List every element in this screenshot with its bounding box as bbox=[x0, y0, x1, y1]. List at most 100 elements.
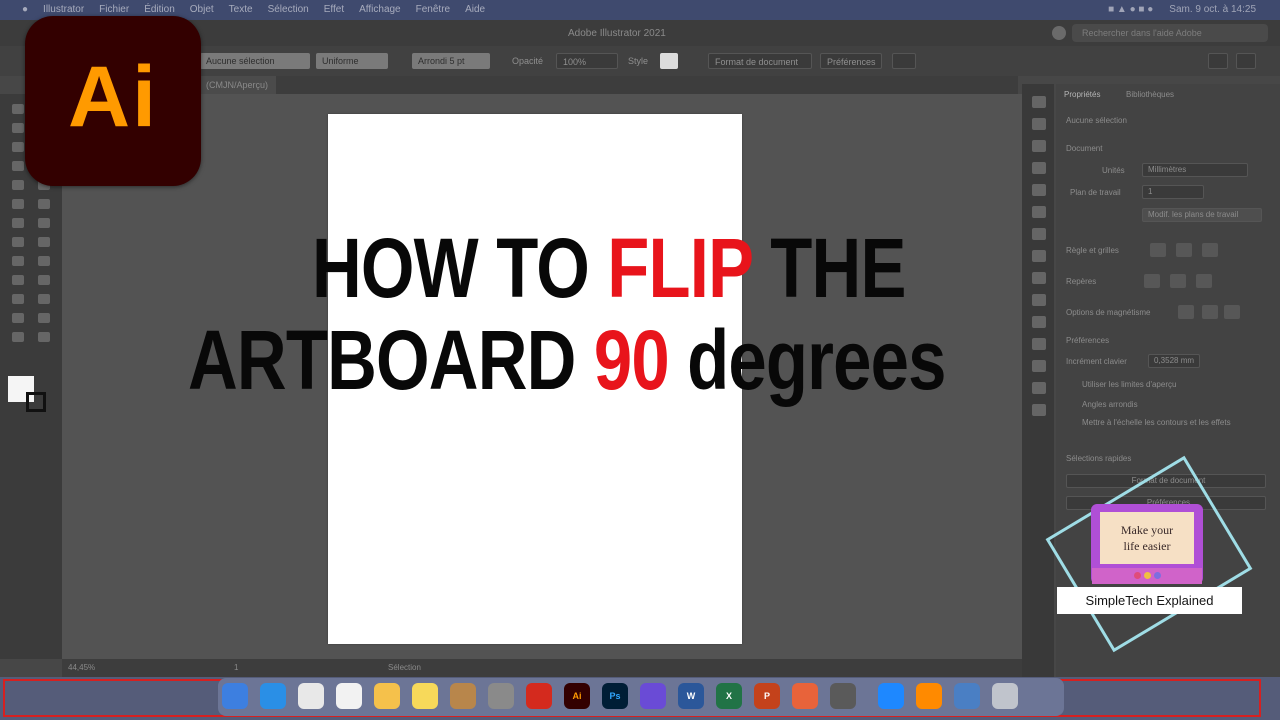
rectangle-tool-icon[interactable] bbox=[12, 161, 24, 171]
user-avatar-icon[interactable] bbox=[1052, 26, 1066, 40]
edit-artboards-button[interactable]: Modif. les plans de travail bbox=[1142, 208, 1262, 222]
stroke-swatch[interactable] bbox=[26, 392, 46, 412]
lock-guides-icon[interactable] bbox=[1170, 274, 1186, 288]
doc-setup-button[interactable]: Format de document bbox=[708, 53, 812, 69]
smart-guides-icon[interactable] bbox=[1196, 274, 1212, 288]
brush-select[interactable]: Arrondi 5 pt bbox=[412, 53, 490, 69]
character-panel-icon[interactable] bbox=[1032, 338, 1046, 350]
photoshop-icon[interactable]: Ps bbox=[602, 683, 628, 709]
pen-tool-icon[interactable] bbox=[12, 123, 24, 133]
snap-point-icon[interactable] bbox=[1178, 305, 1194, 319]
rounded-corners-label[interactable]: Angles arrondis bbox=[1082, 400, 1138, 409]
graph-tool-icon[interactable] bbox=[38, 294, 50, 304]
finder-icon[interactable] bbox=[222, 683, 248, 709]
slice-tool-icon[interactable] bbox=[38, 313, 50, 323]
powerpoint-icon[interactable]: P bbox=[754, 683, 780, 709]
folder-icon[interactable] bbox=[450, 683, 476, 709]
artboard-tool-icon[interactable] bbox=[12, 313, 24, 323]
libraries-panel-icon[interactable] bbox=[1032, 162, 1046, 174]
snap-pixel-icon[interactable] bbox=[1224, 305, 1240, 319]
zoom-tool-icon[interactable] bbox=[38, 332, 50, 342]
help-search-input[interactable]: Rechercher dans l'aide Adobe bbox=[1072, 24, 1268, 42]
fill-field[interactable]: Aucune sélection bbox=[200, 53, 310, 69]
notes-icon[interactable] bbox=[412, 683, 438, 709]
perspective-tool-icon[interactable] bbox=[38, 237, 50, 247]
word-icon[interactable]: W bbox=[678, 683, 704, 709]
transparency-grid-icon[interactable] bbox=[1202, 243, 1218, 257]
menu-texte[interactable]: Texte bbox=[229, 4, 253, 15]
acrobat-icon[interactable] bbox=[526, 683, 552, 709]
imovie-icon[interactable] bbox=[640, 683, 666, 709]
menu-icon[interactable] bbox=[1236, 53, 1256, 69]
mesh-tool-icon[interactable] bbox=[12, 256, 24, 266]
grid-icon[interactable] bbox=[1176, 243, 1192, 257]
style-swatch[interactable] bbox=[660, 53, 678, 69]
menu-edition[interactable]: Édition bbox=[144, 4, 175, 15]
brushes-panel-icon[interactable] bbox=[1032, 206, 1046, 218]
appearance-panel-icon[interactable] bbox=[1032, 250, 1046, 262]
ruler-icon[interactable] bbox=[1150, 243, 1166, 257]
tab-properties[interactable]: Propriétés bbox=[1064, 90, 1100, 99]
preferences-button[interactable]: Préférences bbox=[820, 53, 882, 69]
layers-panel-icon[interactable] bbox=[1032, 140, 1046, 152]
scale-tool-icon[interactable] bbox=[38, 199, 50, 209]
vlc-icon[interactable] bbox=[916, 683, 942, 709]
links-panel-icon[interactable] bbox=[1032, 382, 1046, 394]
units-select[interactable]: Millimètres bbox=[1142, 163, 1248, 177]
menubar-datetime[interactable]: Sam. 9 oct. à 14:25 bbox=[1169, 4, 1256, 15]
artboard-number[interactable]: 1 bbox=[234, 663, 238, 672]
status-selection[interactable]: Sélection bbox=[388, 663, 421, 672]
gradient-tool-icon[interactable] bbox=[38, 256, 50, 266]
chrome-icon[interactable] bbox=[298, 683, 324, 709]
transform-panel-icon[interactable] bbox=[1032, 294, 1046, 306]
pencil-tool-icon[interactable] bbox=[12, 180, 24, 190]
preview-bounds-label[interactable]: Utiliser les limites d'aperçu bbox=[1082, 380, 1176, 389]
system-preferences-icon[interactable] bbox=[488, 683, 514, 709]
shape-builder-tool-icon[interactable] bbox=[12, 237, 24, 247]
safari-icon[interactable] bbox=[260, 683, 286, 709]
paragraph-panel-icon[interactable] bbox=[1032, 360, 1046, 372]
apple-icon[interactable]: ● bbox=[22, 4, 28, 15]
stroke-select[interactable]: Uniforme bbox=[316, 53, 388, 69]
menu-selection[interactable]: Sélection bbox=[268, 4, 309, 15]
menu-fichier[interactable]: Fichier bbox=[99, 4, 129, 15]
symbol-sprayer-tool-icon[interactable] bbox=[12, 294, 24, 304]
menu-effet[interactable]: Effet bbox=[324, 4, 344, 15]
rotate-tool-icon[interactable] bbox=[12, 199, 24, 209]
illustrator-icon[interactable]: Ai bbox=[564, 683, 590, 709]
key-increment-input[interactable]: 0,3528 mm bbox=[1148, 354, 1200, 368]
calendar-icon[interactable] bbox=[336, 683, 362, 709]
preview-icon[interactable] bbox=[954, 683, 980, 709]
arrange-icon[interactable] bbox=[892, 53, 916, 69]
width-tool-icon[interactable] bbox=[12, 218, 24, 228]
tab-libraries[interactable]: Bibliothèques bbox=[1126, 90, 1174, 99]
menu-affichage[interactable]: Affichage bbox=[359, 4, 401, 15]
artboard-select[interactable]: 1 bbox=[1142, 185, 1204, 199]
menu-aide[interactable]: Aide bbox=[465, 4, 485, 15]
type-tool-icon[interactable] bbox=[12, 142, 24, 152]
gradient-panel-icon[interactable] bbox=[1032, 118, 1046, 130]
menu-illustrator[interactable]: Illustrator bbox=[43, 4, 84, 15]
stroke-panel-icon[interactable] bbox=[1032, 228, 1046, 240]
document-tab[interactable]: (CMJN/Aperçu) bbox=[198, 76, 277, 94]
eyedropper-tool-icon[interactable] bbox=[12, 275, 24, 285]
excel-icon[interactable]: X bbox=[716, 683, 742, 709]
calculator-icon[interactable] bbox=[830, 683, 856, 709]
color-panel-icon[interactable] bbox=[1032, 96, 1046, 108]
zoom-level[interactable]: 44,45% bbox=[68, 663, 95, 672]
opacity-input[interactable]: 100% bbox=[556, 53, 618, 69]
blend-tool-icon[interactable] bbox=[38, 275, 50, 285]
align-panel-icon[interactable] bbox=[1032, 272, 1046, 284]
compass-icon[interactable] bbox=[792, 683, 818, 709]
artboards-panel-icon[interactable] bbox=[1032, 404, 1046, 416]
guides-icon[interactable] bbox=[1144, 274, 1160, 288]
snap-grid-icon[interactable] bbox=[1202, 305, 1218, 319]
scale-strokes-label[interactable]: Mettre à l'échelle les contours et les e… bbox=[1082, 418, 1231, 427]
selection-tool-icon[interactable] bbox=[12, 104, 24, 114]
photos-icon[interactable] bbox=[374, 683, 400, 709]
pathfinder-panel-icon[interactable] bbox=[1032, 316, 1046, 328]
menu-objet[interactable]: Objet bbox=[190, 4, 214, 15]
align-icon[interactable] bbox=[1208, 53, 1228, 69]
hand-tool-icon[interactable] bbox=[12, 332, 24, 342]
trash-icon[interactable] bbox=[992, 683, 1018, 709]
